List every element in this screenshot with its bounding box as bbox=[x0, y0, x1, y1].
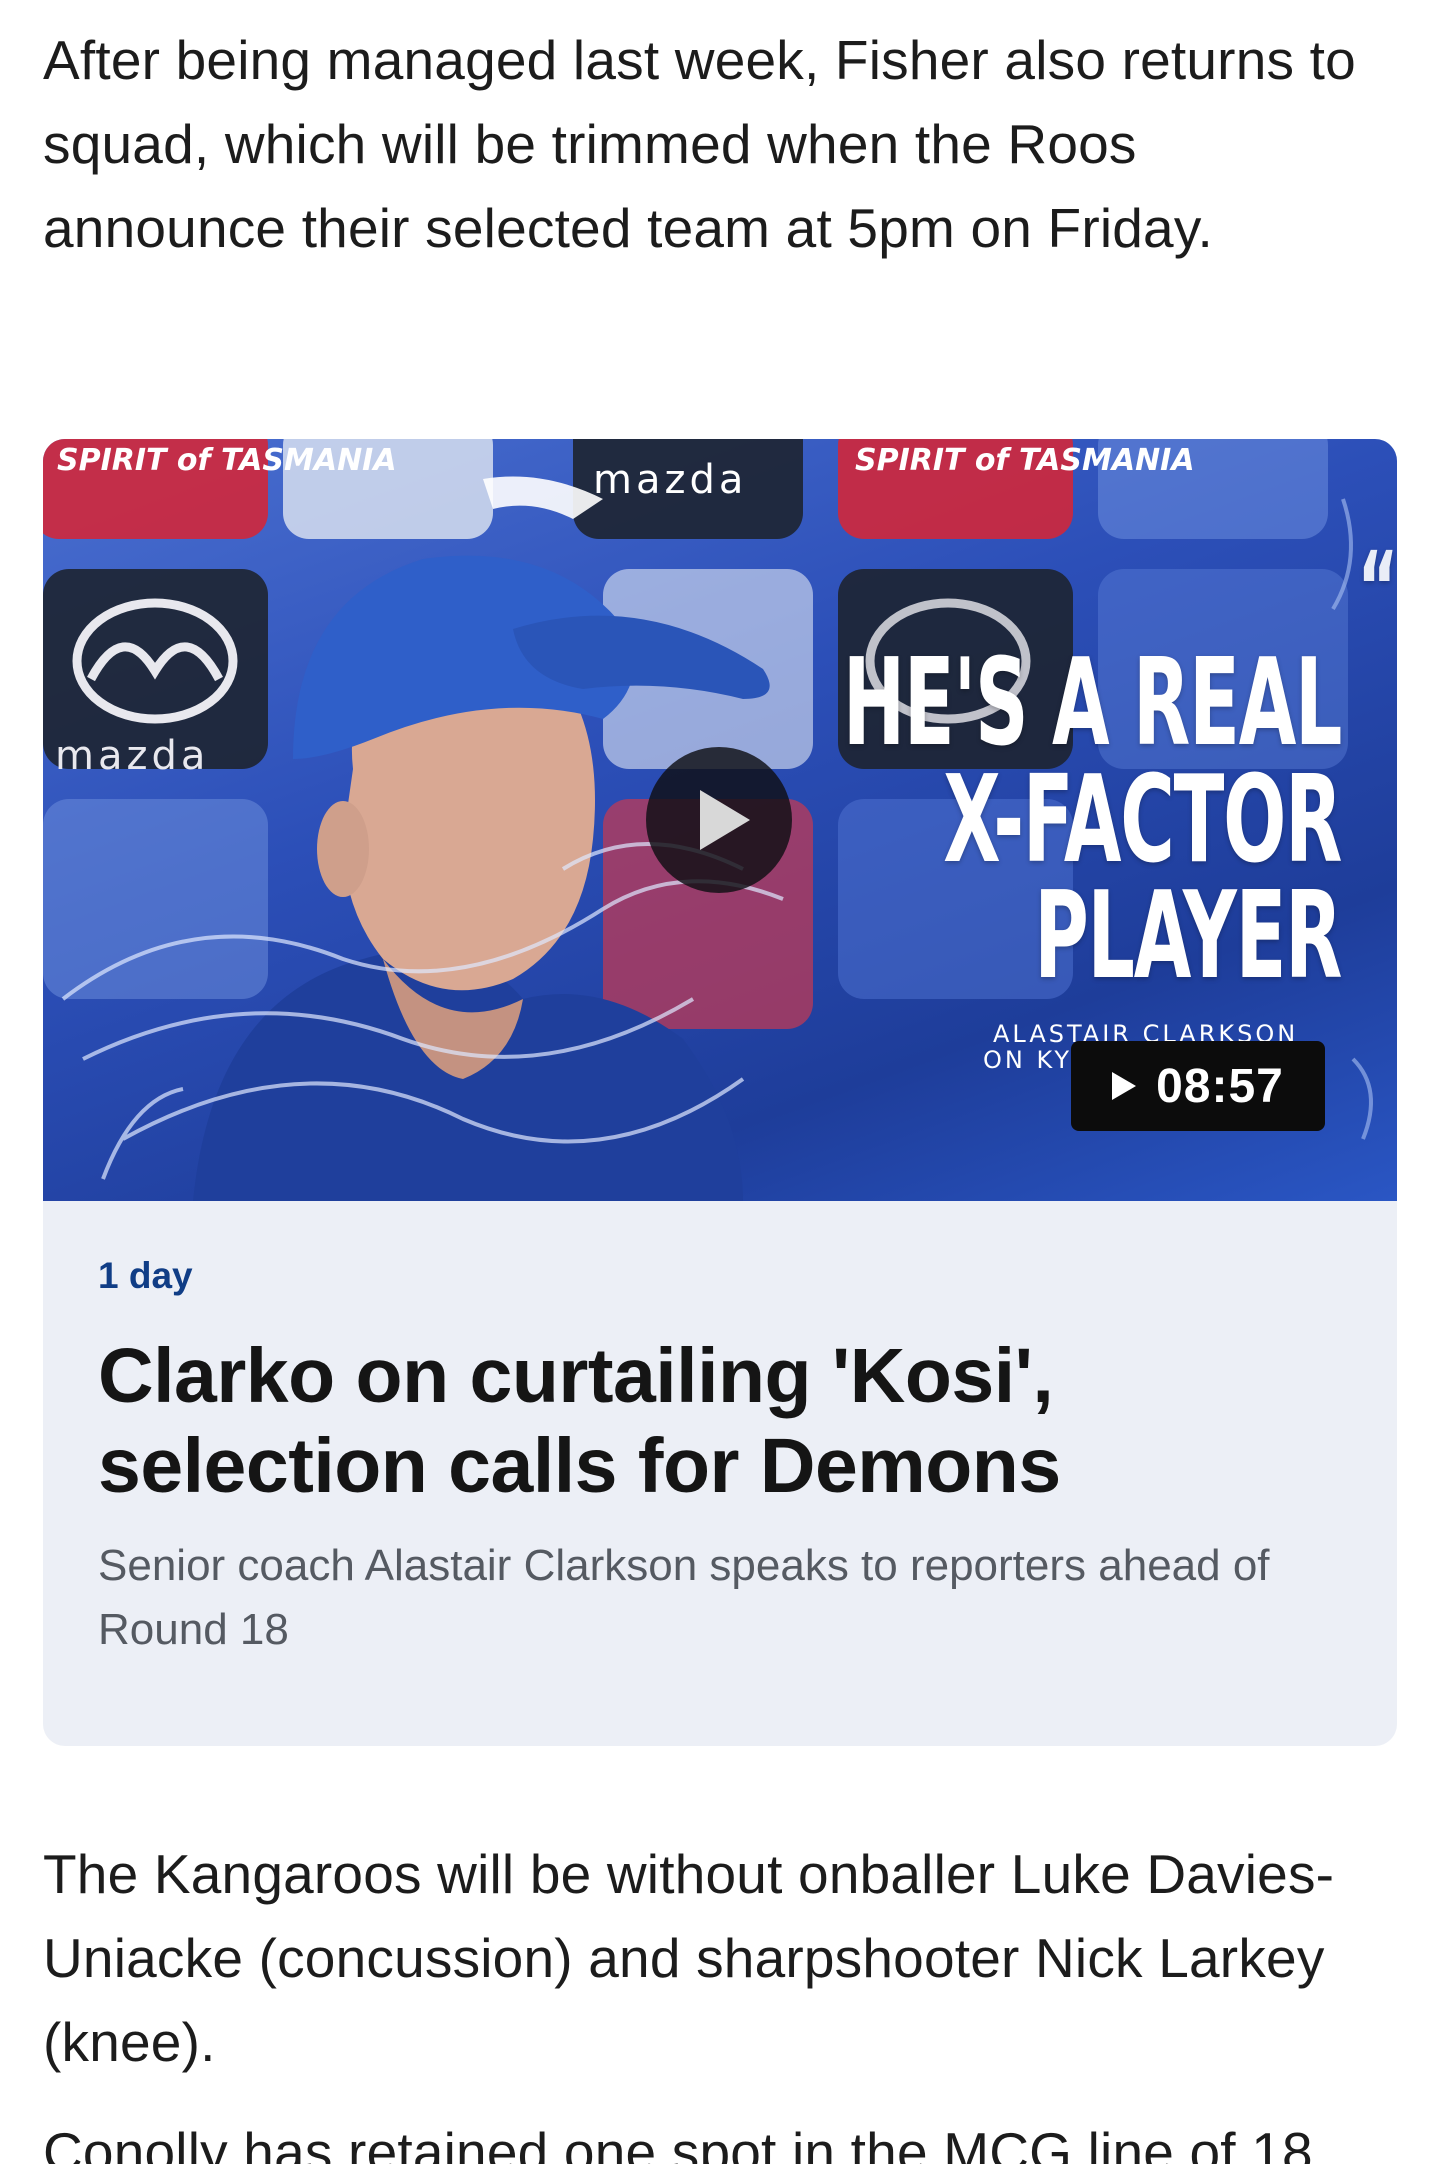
play-icon bbox=[700, 790, 750, 850]
play-button[interactable] bbox=[646, 747, 792, 893]
video-thumbnail[interactable]: SPIRIT of TASMANIA SPIRIT of TASMANIA ma… bbox=[43, 439, 1397, 1201]
sponsor-logo-spirit-of-tasmania: SPIRIT of TASMANIA bbox=[57, 443, 397, 478]
video-card[interactable]: SPIRIT of TASMANIA SPIRIT of TASMANIA ma… bbox=[43, 439, 1397, 1746]
video-duration: 08:57 bbox=[1156, 1059, 1284, 1113]
video-duration-badge: 08:57 bbox=[1071, 1041, 1325, 1131]
thumbnail-quote-line: HE'S A REAL bbox=[842, 634, 1343, 773]
sponsor-logo-mazda: mazda bbox=[593, 457, 748, 503]
play-icon bbox=[1112, 1072, 1137, 1100]
sponsor-logo-spirit-of-tasmania: SPIRIT of TASMANIA bbox=[855, 443, 1195, 478]
thumbnail-attribution: ON KY bbox=[983, 1046, 1073, 1074]
article-paragraph-partial: Conolly has retained one spot in the MCG… bbox=[43, 2121, 1313, 2164]
sponsor-logo-mazda: mazda bbox=[55, 733, 210, 779]
video-timestamp: 1 day bbox=[98, 1255, 193, 1296]
thumbnail-quote-line: PLAYER bbox=[1034, 867, 1342, 1006]
video-headline[interactable]: Clarko on curtailing 'Kosi', selection c… bbox=[98, 1331, 1338, 1511]
article-paragraph: The Kangaroos will be without onballer L… bbox=[43, 1843, 1335, 2073]
quote-mark-icon: “ bbox=[1357, 530, 1397, 647]
video-summary: Senior coach Alastair Clarkson speaks to… bbox=[98, 1541, 1270, 1654]
article-paragraph: After being managed last week, Fisher al… bbox=[43, 29, 1356, 259]
